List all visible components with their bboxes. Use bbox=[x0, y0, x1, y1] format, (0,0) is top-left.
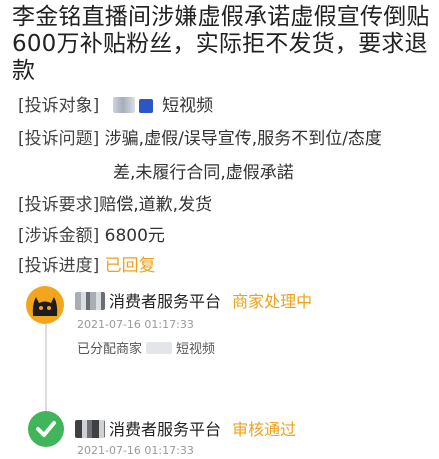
field-amount-value: 6800元 bbox=[104, 226, 165, 246]
field-problem-label: [投诉问题] bbox=[18, 129, 100, 149]
timeline-line bbox=[45, 322, 47, 414]
field-problem-value: 涉骗,虚假/误导宣传,服务不到位/态度 bbox=[104, 129, 382, 149]
event-time: 2021-07-16 01:17:33 bbox=[77, 444, 194, 457]
field-request: [投诉要求]赔偿,道歉,发货 bbox=[18, 191, 212, 219]
field-progress-label: [投诉进度] bbox=[18, 256, 100, 276]
timeline-event-2: 消费者服务平台 审核通过 bbox=[75, 419, 296, 441]
field-object-label: [投诉对象] bbox=[18, 96, 100, 116]
event-note-prefix: 已分配商家 bbox=[77, 342, 143, 357]
field-object-value[interactable]: 短视频 bbox=[162, 96, 213, 116]
field-object: [投诉对象] 短视频 bbox=[18, 92, 213, 120]
field-request-label: [投诉要求] bbox=[18, 195, 100, 215]
redacted-name bbox=[112, 97, 135, 113]
event-platform: 消费者服务平台 bbox=[109, 420, 222, 439]
field-progress-value: 已回复 bbox=[104, 256, 156, 276]
event-status: 商家处理中 bbox=[232, 292, 313, 311]
timeline-event-1: 消费者服务平台 商家处理中 bbox=[75, 291, 312, 313]
event-time: 2021-07-16 01:17:33 bbox=[77, 318, 194, 331]
event-note: 已分配商家 短视频 bbox=[77, 338, 215, 357]
check-circle-icon bbox=[28, 411, 64, 447]
event-note-suffix: 短视频 bbox=[176, 342, 216, 357]
field-request-value: 赔偿,道歉,发货 bbox=[99, 195, 213, 215]
complaint-title: 李金铭直播间涉嫌虚假承诺虚假宣传倒贴600万补贴粉丝，实际拒不发货，要求退款 bbox=[12, 4, 430, 84]
redacted-name bbox=[75, 420, 105, 438]
event-platform: 消费者服务平台 bbox=[109, 292, 222, 311]
field-problem-continued: 差,未履行合同,虚假承諾 bbox=[113, 163, 294, 183]
field-amount-label: [涉诉金额] bbox=[18, 226, 100, 246]
platform-logo-icon bbox=[138, 99, 153, 113]
redacted-name bbox=[146, 342, 173, 354]
cat-avatar-icon bbox=[26, 286, 64, 324]
field-amount: [涉诉金额] 6800元 bbox=[18, 222, 165, 250]
redacted-name bbox=[75, 292, 105, 310]
field-problem: [投诉问题] 涉骗,虚假/误导宣传,服务不到位/态度 bbox=[18, 125, 382, 153]
field-progress: [投诉进度] 已回复 bbox=[18, 252, 156, 280]
event-status: 审核通过 bbox=[232, 420, 297, 439]
